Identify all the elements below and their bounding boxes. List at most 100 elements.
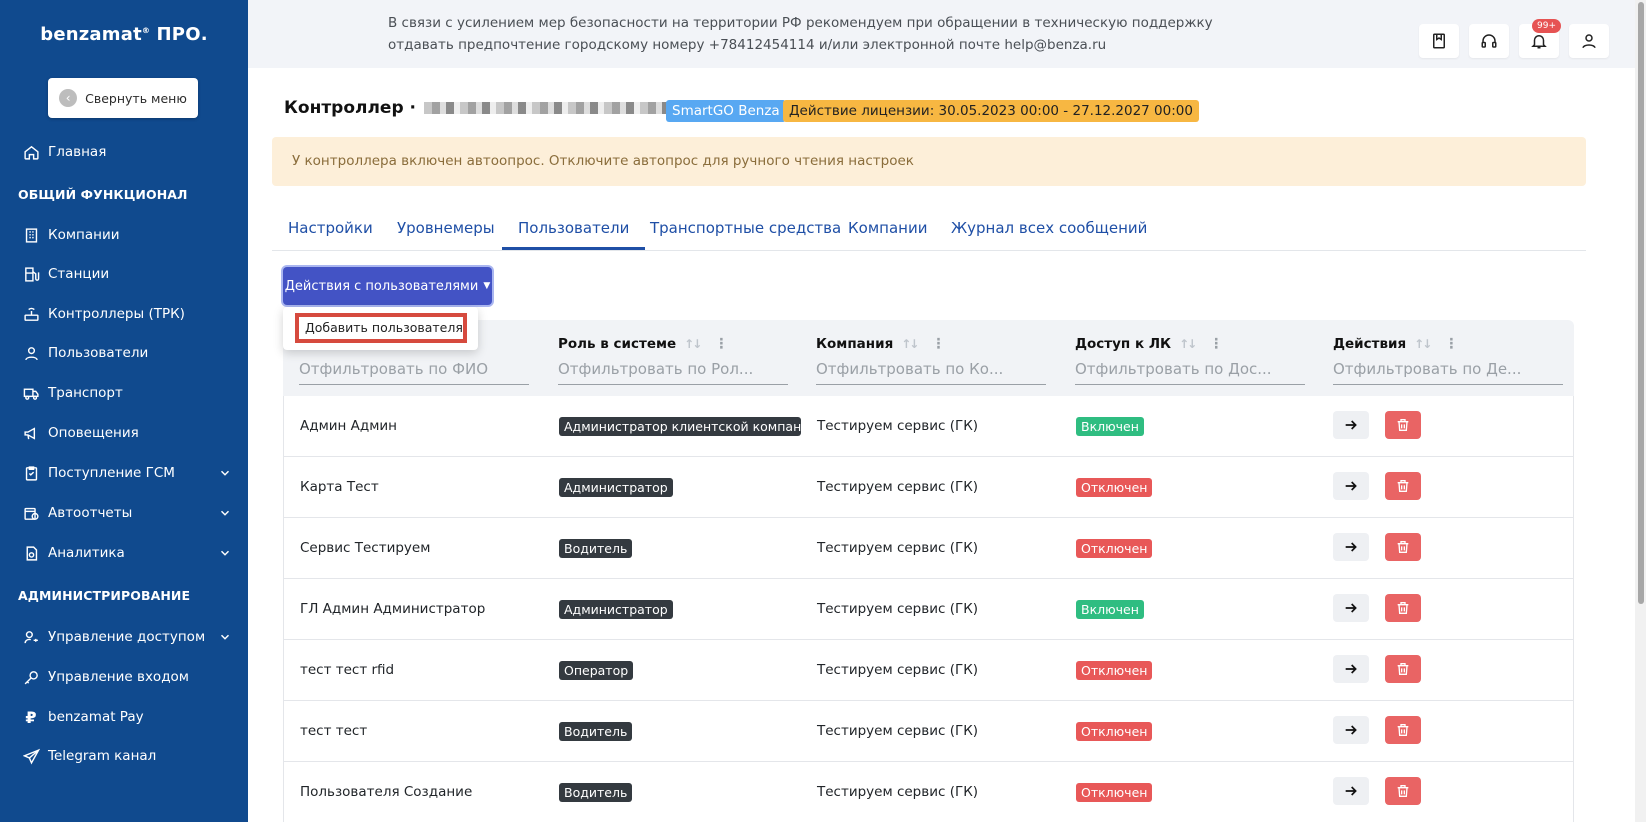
delete-user-button[interactable] xyxy=(1385,716,1421,744)
chevron-down-icon xyxy=(220,510,230,516)
filter-role-input[interactable]: Отфильтровать по Рол... xyxy=(558,360,788,385)
access-status-badge: Включен xyxy=(1076,599,1144,619)
brand-name: benzamat xyxy=(40,24,142,45)
delete-user-button[interactable] xyxy=(1385,533,1421,561)
delete-user-button[interactable] xyxy=(1385,594,1421,622)
role-badge: Администратор xyxy=(559,477,673,497)
table-row[interactable]: ГЛ Админ Администратор Администратор Тести… xyxy=(283,579,1574,640)
access-cell: Отключен xyxy=(1076,640,1153,700)
column-header-company[interactable]: Компания ↑↓ ⋮ xyxy=(816,336,945,352)
tab-users[interactable]: Пользователи xyxy=(502,212,646,250)
support-button[interactable] xyxy=(1469,24,1509,58)
sidebar-item-notifications[interactable]: Оповещения xyxy=(22,421,232,445)
sidebar-item-telegram[interactable]: Telegram канал xyxy=(22,744,232,768)
delete-user-button[interactable] xyxy=(1385,777,1421,805)
table-row[interactable]: Карта Тест Администратор Тестируем сервис … xyxy=(283,457,1574,518)
filter-name-input[interactable]: Отфильтровать по ФИО xyxy=(299,360,529,385)
open-user-button[interactable] xyxy=(1333,594,1369,622)
table-row[interactable]: тест тест rfid Оператор Тестируем сервис (… xyxy=(283,640,1574,701)
collapse-menu-button[interactable]: ‹ Свернуть меню xyxy=(48,78,198,118)
role-badge: Водитель xyxy=(559,782,633,802)
calendar-clock-icon xyxy=(22,504,40,522)
sort-icon[interactable]: ↑↓ xyxy=(1179,337,1197,351)
sidebar-item-label: Telegram канал xyxy=(48,748,157,764)
sidebar-item-benzamat-pay[interactable]: ₽ benzamat Pay xyxy=(22,705,232,729)
sort-icon[interactable]: ↑↓ xyxy=(684,337,702,351)
column-menu-icon[interactable]: ⋮ xyxy=(1209,336,1223,352)
table-row[interactable]: тест тест Водитель Тестируем сервис (ГК) От… xyxy=(283,701,1574,762)
trash-icon xyxy=(1395,722,1411,738)
sidebar-item-analytics[interactable]: Аналитика xyxy=(22,541,232,565)
open-user-button[interactable] xyxy=(1333,533,1369,561)
arrow-right-icon xyxy=(1343,417,1359,433)
user-key-icon xyxy=(22,628,40,646)
table-row[interactable]: Пользователя Создание Водитель Тестируем с… xyxy=(283,762,1574,822)
tab-companies[interactable]: Компании xyxy=(832,212,943,250)
sidebar-item-users[interactable]: Пользователи xyxy=(22,341,232,365)
page-scrollbar-thumb[interactable] xyxy=(1638,2,1644,604)
trash-icon xyxy=(1395,783,1411,799)
user-name-cell: ГЛ Админ Администратор xyxy=(300,601,486,617)
user-name-cell: Сервис Тестируем xyxy=(300,540,431,556)
sidebar-item-label: Автоотчеты xyxy=(48,505,133,521)
role-badge: Администратор xyxy=(559,599,673,619)
access-status-badge: Отключен xyxy=(1076,660,1153,680)
docs-button[interactable] xyxy=(1419,24,1459,58)
table-row[interactable]: Сервис Тестируем Водитель Тестируем сервис… xyxy=(283,518,1574,579)
section-admin-label: АДМИНИСТРИРОВАНИЕ xyxy=(18,588,191,603)
sidebar-item-stations[interactable]: Станции xyxy=(22,262,232,286)
open-user-button[interactable] xyxy=(1333,411,1369,439)
delete-user-button[interactable] xyxy=(1385,472,1421,500)
open-user-button[interactable] xyxy=(1333,655,1369,683)
access-cell: Отключен xyxy=(1076,457,1153,517)
sidebar-item-label: Станции xyxy=(48,266,110,282)
role-badge: Администратор клиентской компании xyxy=(559,416,801,436)
column-label: Доступ к ЛК xyxy=(1075,336,1172,352)
filter-company-input[interactable]: Отфильтровать по Ко... xyxy=(816,360,1046,385)
user-name-cell: тест тест xyxy=(300,723,368,739)
fuel-station-icon xyxy=(22,265,40,283)
sort-icon[interactable]: ↑↓ xyxy=(1414,337,1432,351)
users-table: Роль в системе ↑↓ ⋮ Компания ↑↓ ⋮ Доступ… xyxy=(283,320,1574,822)
filter-actions-input[interactable]: Отфильтровать по Де... xyxy=(1333,360,1563,385)
role-cell: Администратор клиентской компании xyxy=(559,396,801,456)
delete-user-button[interactable] xyxy=(1385,411,1421,439)
role-cell: Водитель xyxy=(559,762,633,822)
role-cell: Оператор xyxy=(559,640,634,700)
column-menu-icon[interactable]: ⋮ xyxy=(1444,336,1458,352)
sidebar-item-controllers[interactable]: Контроллеры (ТРК) xyxy=(22,302,232,326)
sidebar-item-transport[interactable]: Транспорт xyxy=(22,381,232,405)
column-menu-icon[interactable]: ⋮ xyxy=(714,336,728,352)
sidebar-item-fuel-receipt[interactable]: Поступление ГСМ xyxy=(22,461,232,485)
tab-message-log[interactable]: Журнал всех сообщений xyxy=(935,212,1163,250)
access-cell: Отключен xyxy=(1076,518,1153,578)
tab-settings[interactable]: Настройки xyxy=(272,212,389,250)
column-header-role[interactable]: Роль в системе ↑↓ ⋮ xyxy=(558,336,728,352)
open-user-button[interactable] xyxy=(1333,716,1369,744)
user-actions-button[interactable]: Действия с пользователями ▼ xyxy=(283,267,492,305)
sidebar-item-login-control[interactable]: Управление входом xyxy=(22,665,232,689)
brand-logo[interactable]: benzamat® ПРО. xyxy=(0,24,248,45)
company-cell: Тестируем сервис (ГК) xyxy=(817,723,979,739)
profile-button[interactable] xyxy=(1569,24,1609,58)
add-user-menu-item[interactable]: Добавить пользователя xyxy=(295,313,467,343)
sidebar-item-companies[interactable]: Компании xyxy=(22,223,232,247)
tab-vehicles[interactable]: Транспортные средства xyxy=(634,212,857,250)
sidebar-item-access-control[interactable]: Управление доступом xyxy=(22,625,232,649)
sidebar-item-label: Аналитика xyxy=(48,545,125,561)
column-header-actions[interactable]: Действия ↑↓ ⋮ xyxy=(1333,336,1458,352)
role-cell: Администратор xyxy=(559,457,673,517)
tab-level-gauges[interactable]: Уровнемеры xyxy=(381,212,511,250)
filter-access-input[interactable]: Отфильтровать по Дос... xyxy=(1075,360,1305,385)
column-menu-icon[interactable]: ⋮ xyxy=(931,336,945,352)
column-header-access[interactable]: Доступ к ЛК ↑↓ ⋮ xyxy=(1075,336,1223,352)
brand-suffix: ПРО. xyxy=(156,24,208,45)
sidebar-item-autoreports[interactable]: Автоотчеты xyxy=(22,501,232,525)
delete-user-button[interactable] xyxy=(1385,655,1421,683)
table-row[interactable]: Админ Админ Администратор клиентской комп… xyxy=(283,396,1574,457)
sidebar-item-home[interactable]: Главная xyxy=(22,140,232,164)
open-user-button[interactable] xyxy=(1333,472,1369,500)
notifications-button[interactable]: 99+ xyxy=(1519,19,1561,58)
open-user-button[interactable] xyxy=(1333,777,1369,805)
sort-icon[interactable]: ↑↓ xyxy=(901,337,919,351)
